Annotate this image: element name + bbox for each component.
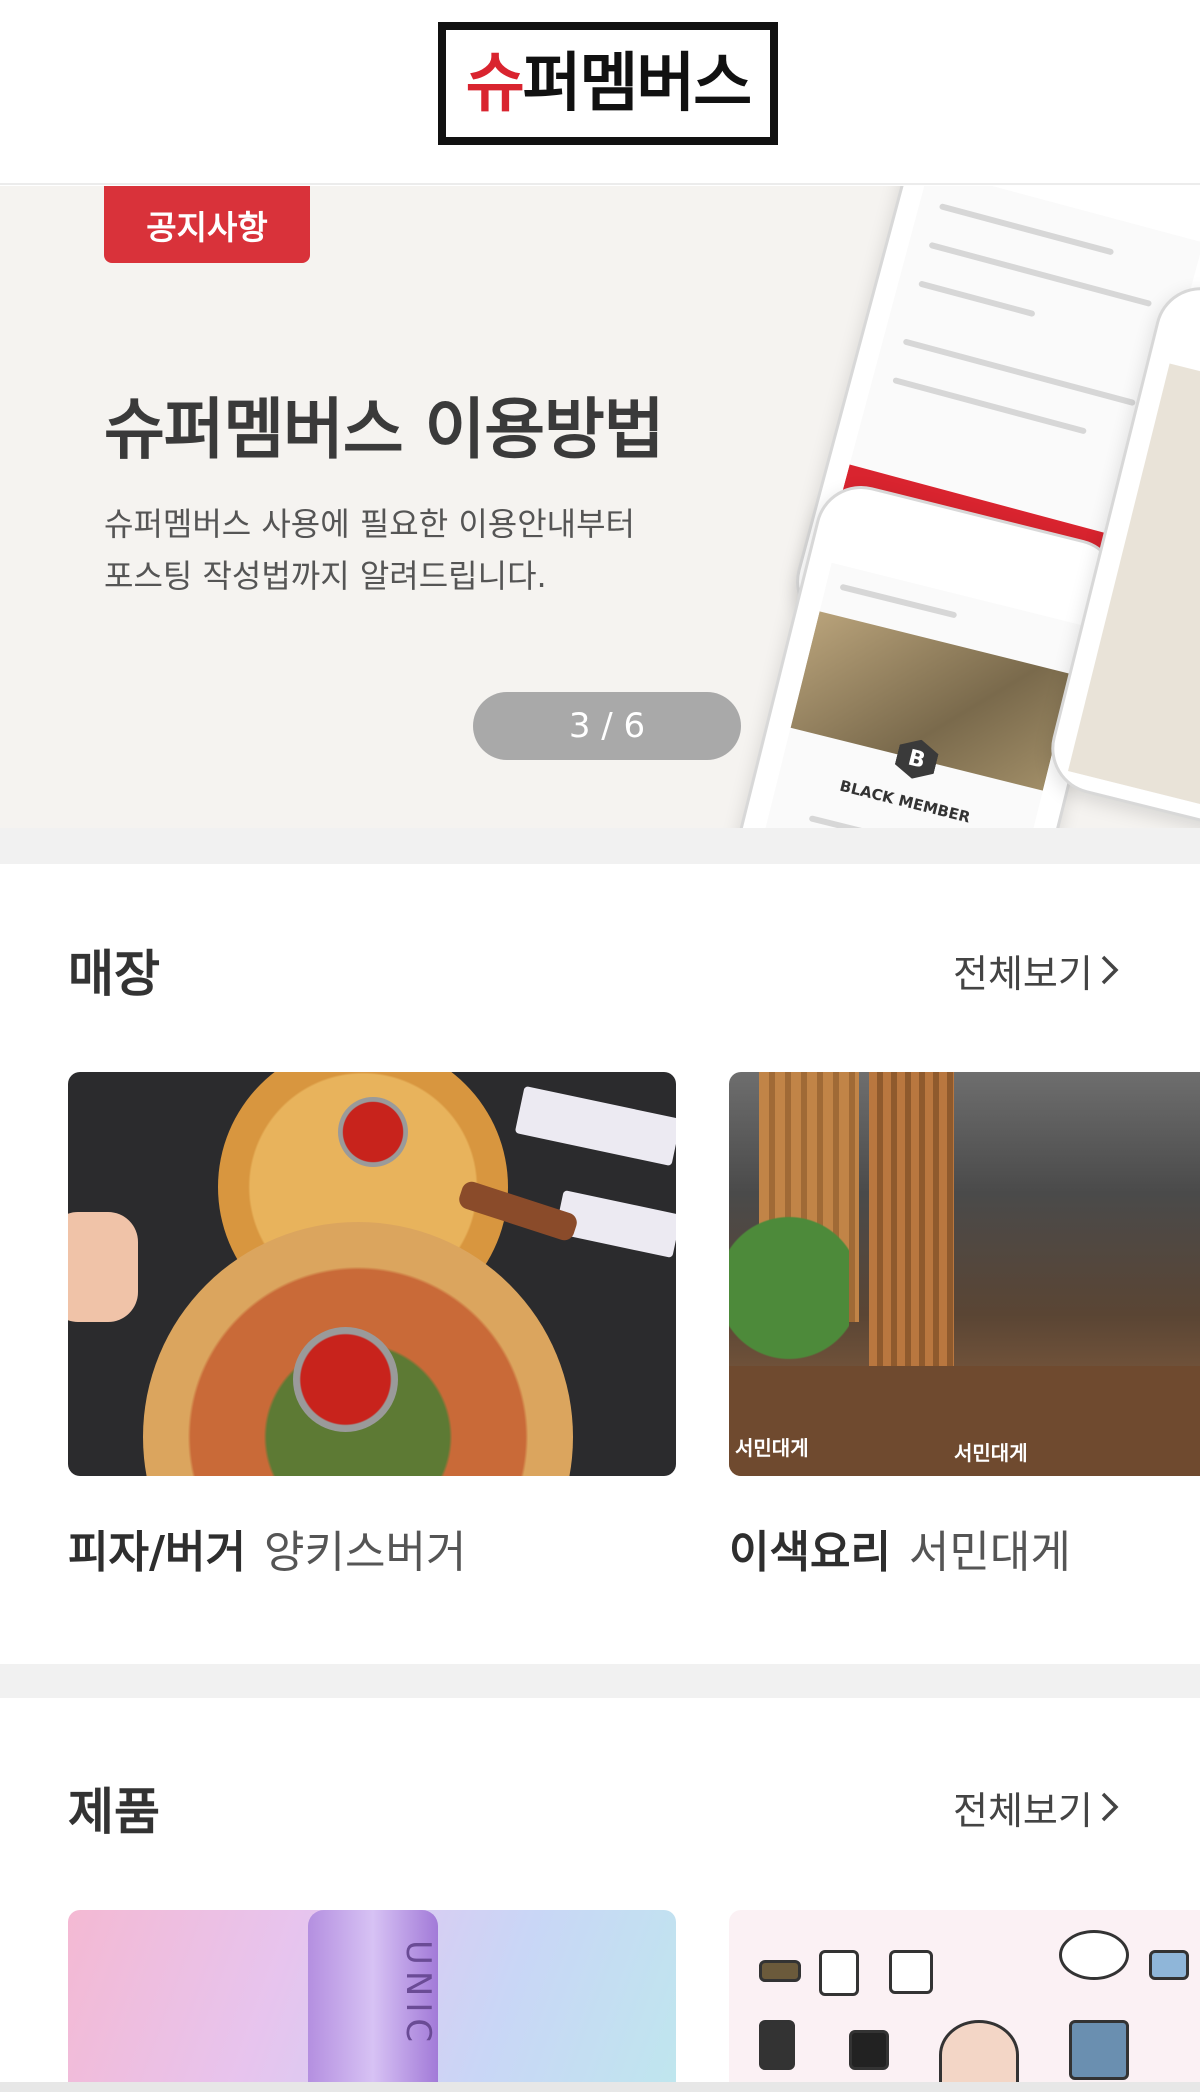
mock-line [918, 280, 1036, 318]
mock-line [839, 583, 958, 619]
store-card-image[interactable] [68, 1072, 676, 1476]
store-name: 양키스버거 [264, 1527, 467, 1578]
mock-line [902, 338, 1136, 407]
chevron-right-icon [1099, 952, 1121, 996]
store-card-caption[interactable]: 피자/버거 양키스버거 [68, 1516, 466, 1580]
logo-text: 슈퍼멤버스 [466, 52, 752, 116]
doodle-speech-bubble [1059, 1930, 1129, 1980]
products-see-all-link[interactable]: 전체보기 [953, 1780, 1121, 1835]
stores-see-all-link[interactable]: 전체보기 [953, 943, 1121, 998]
product-card-image[interactable] [729, 1910, 1200, 2082]
stores-section-title: 매장 [68, 945, 160, 1003]
hand [68, 1212, 138, 1322]
bottom-edge [0, 2082, 1200, 2092]
brand-logo[interactable]: 슈퍼멤버스 [438, 22, 778, 145]
store-card-caption[interactable]: 이색요리 서민대게 [729, 1516, 1071, 1580]
banner-title: 슈퍼멤버스 이용방법 [104, 391, 664, 468]
doodle-shirt [889, 1950, 933, 1994]
section-divider [0, 828, 1200, 864]
logo-rest: 퍼멤버스 [522, 46, 753, 121]
doodle-item [759, 1960, 801, 1982]
product-card-image[interactable]: UNIC [68, 1910, 676, 2082]
store-card-image[interactable]: 서민대게 서민대게 [729, 1072, 1200, 1476]
notice-tag: 공지사항 [104, 186, 310, 263]
see-all-label: 전체보기 [953, 952, 1093, 996]
mock-black-member: BLACK MEMBER [837, 776, 973, 827]
doodle-face [939, 2020, 1019, 2082]
logo-frame: 슈퍼멤버스 [446, 30, 770, 137]
sauce-cup [338, 1097, 408, 1167]
products-section-title: 제품 [68, 1783, 160, 1841]
doodle-item [849, 2030, 889, 2070]
see-all-label: 전체보기 [953, 1789, 1093, 1833]
store-sign: 서민대게 [954, 1441, 1028, 1465]
section-divider [0, 1664, 1200, 1698]
doodle-shirt [819, 1950, 859, 1996]
store-sign: 서민대게 [735, 1436, 809, 1460]
banner-description-line: 슈퍼멤버스 사용에 필요한 이용안내부터 [104, 505, 635, 543]
chevron-right-icon [1099, 1789, 1121, 1833]
app-screen: 슈퍼멤버스 B BLACK MEMBER 공지사항 슈퍼멤버스 이용방법 슈퍼멤… [0, 0, 1200, 2092]
store-category: 이색요리 [729, 1527, 891, 1578]
logo-first-char: 슈 [465, 46, 525, 121]
doodle-item [1069, 2020, 1129, 2080]
sauce-cup [293, 1327, 398, 1432]
app-header: 슈퍼멤버스 [0, 0, 1200, 185]
bottle-label: UNIC [398, 1940, 438, 2049]
doodle-item [1149, 1950, 1189, 1980]
store-name: 서민대게 [908, 1527, 1071, 1578]
banner-pager: 3 / 6 [473, 692, 741, 760]
store-category: 피자/버거 [68, 1527, 246, 1578]
doodle-item [759, 2020, 795, 2070]
banner-description-line: 포스팅 작성법까지 알려드립니다. [104, 557, 547, 595]
banner-description: 슈퍼멤버스 사용에 필요한 이용안내부터 포스팅 작성법까지 알려드립니다. [104, 498, 724, 602]
mock-line [938, 203, 1115, 256]
notice-banner[interactable]: B BLACK MEMBER 공지사항 슈퍼멤버스 이용방법 슈퍼멤버스 사용에… [0, 186, 1200, 828]
phone-screen: B BLACK MEMBER [730, 562, 1084, 828]
